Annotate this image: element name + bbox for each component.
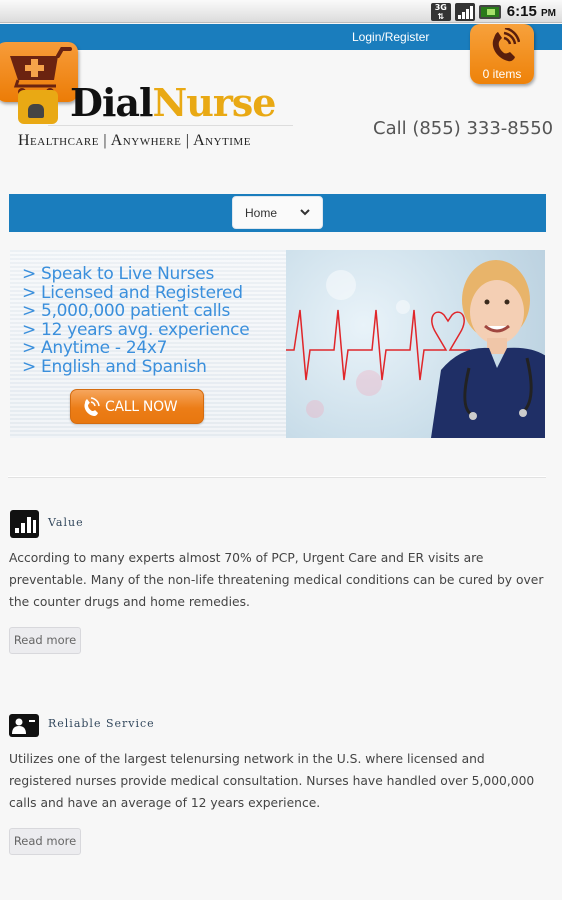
- clock-time: 6:15: [506, 3, 537, 20]
- banner-feature-list: > Speak to Live Nurses > Licensed and Re…: [22, 264, 250, 377]
- login-register-link[interactable]: Login/Register: [352, 30, 429, 44]
- logo-underline: [48, 125, 293, 126]
- read-more-button[interactable]: Read more: [9, 627, 81, 654]
- banner-text-panel: > Speak to Live Nurses > Licensed and Re…: [10, 250, 286, 438]
- read-more-button[interactable]: Read more: [9, 828, 81, 855]
- network-type: 3G: [434, 2, 447, 12]
- section-divider: [8, 476, 546, 478]
- feature-text-reliable-service: Utilizes one of the largest telenursing …: [9, 752, 535, 810]
- logo-nurse: Nurse: [152, 80, 276, 125]
- nurse-photo: [431, 260, 545, 438]
- phone-icon: [492, 28, 520, 62]
- nav-select[interactable]: Home: [232, 196, 323, 229]
- network-3g-icon: 3G ⇅: [430, 2, 451, 21]
- id-card-icon: [9, 714, 39, 737]
- call-now-label: CALL NOW: [105, 399, 178, 415]
- banner-line: > 5,000,000 patient calls: [22, 301, 231, 321]
- feature-title-reliable-service: Reliable Service: [48, 717, 155, 730]
- bar-chart-icon: [10, 510, 39, 538]
- feature-text-value: According to many experts almost 70% of …: [9, 551, 544, 609]
- status-icons: 3G ⇅ 6:15 PM: [430, 2, 556, 21]
- banner-image: [286, 250, 545, 438]
- cart-badge-button[interactable]: 0 items: [470, 24, 534, 84]
- call-phone-number[interactable]: Call (855) 333-8550: [373, 118, 553, 139]
- nav-selected-value: Home: [245, 206, 278, 220]
- battery-icon: [478, 4, 501, 19]
- tagline: Healthcare | Anywhere | Anytime: [18, 132, 251, 149]
- logo-dial: Dial: [70, 80, 153, 125]
- clock: 6:15 PM: [507, 3, 556, 20]
- banner-line: > Speak to Live Nurses: [22, 264, 214, 284]
- clock-ampm: PM: [541, 8, 556, 19]
- cart-count: 0 items: [482, 67, 522, 81]
- status-bar: 3G ⇅ 6:15 PM: [0, 0, 562, 23]
- logo-name: DialNurse: [70, 80, 276, 125]
- banner-line: > Licensed and Registered: [22, 282, 243, 303]
- call-now-button[interactable]: CALL NOW: [70, 389, 204, 424]
- feature-title-value: Value: [48, 516, 84, 529]
- logo-mark-icon: [18, 90, 58, 124]
- nav-bar: Home: [9, 194, 546, 232]
- signal-icon: [454, 2, 475, 21]
- hero-banner: > Speak to Live Nurses > Licensed and Re…: [10, 250, 545, 438]
- banner-line: > Anytime - 24x7: [22, 338, 168, 358]
- phone-icon: [84, 397, 100, 416]
- banner-line: > 12 years avg. experience: [22, 319, 250, 340]
- chevron-down-icon: [300, 209, 310, 216]
- banner-line: > English and Spanish: [22, 356, 207, 377]
